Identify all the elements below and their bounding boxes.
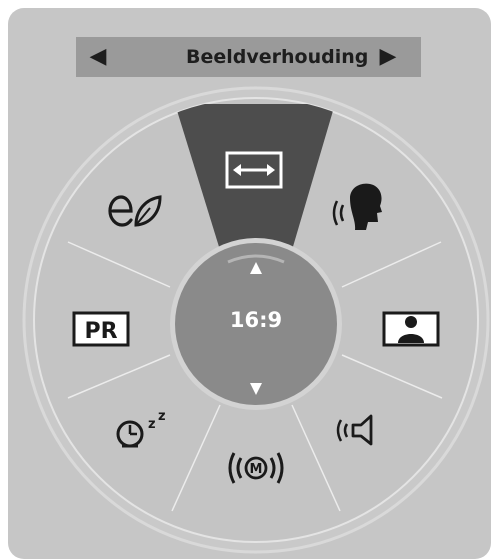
quick-menu-wheel: M z z PR [22,86,490,554]
person-picture-icon[interactable] [382,311,440,347]
svg-text:PR: PR [84,319,117,344]
double-arrow-icon[interactable] [225,151,283,189]
svg-text:z: z [158,409,166,424]
svg-text:z: z [148,417,156,432]
svg-text:M: M [250,462,263,477]
current-aspect-value: 16:9 [229,308,283,332]
pr-icon[interactable]: PR [72,311,130,347]
